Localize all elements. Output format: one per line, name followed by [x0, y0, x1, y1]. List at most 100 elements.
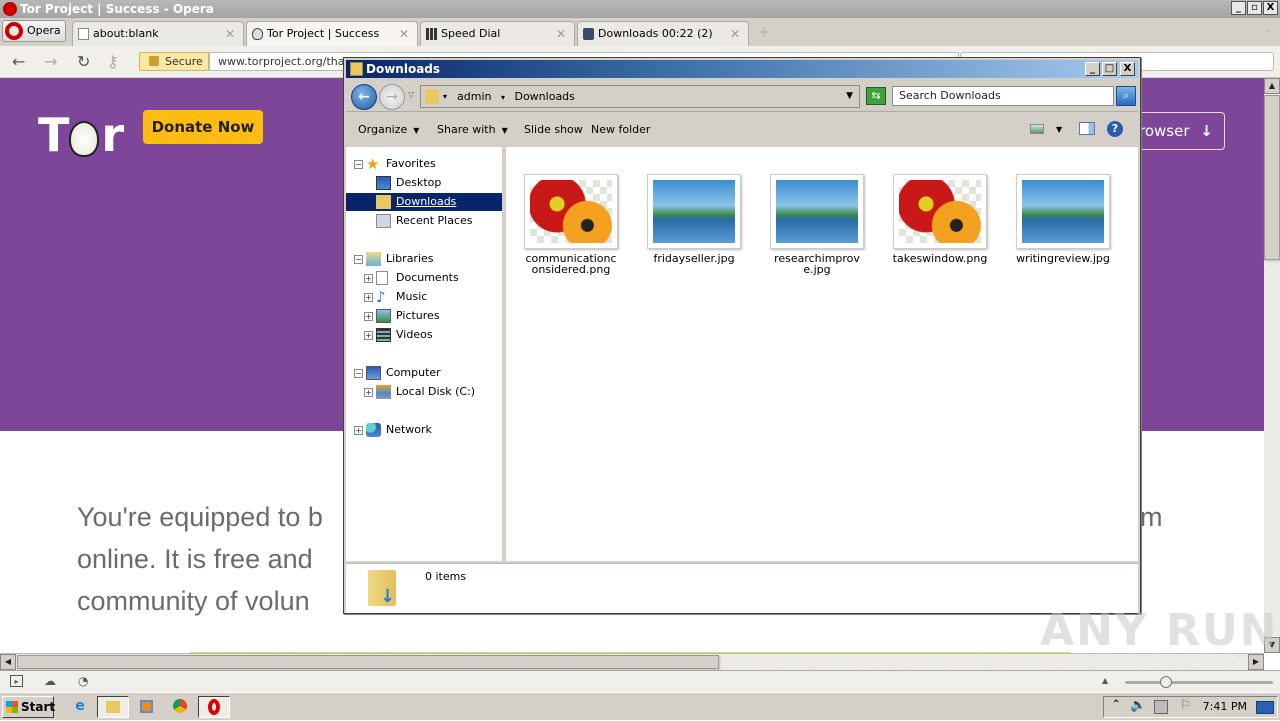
chrome-icon[interactable]	[164, 696, 196, 718]
start-button[interactable]: Start	[2, 696, 55, 718]
tab-tor-project[interactable]: Tor Project | Success ✕	[246, 21, 418, 46]
nav-libraries[interactable]: − Libraries	[346, 250, 502, 268]
search-icon[interactable]: ⌕	[1116, 86, 1136, 106]
expand-icon[interactable]: +	[354, 426, 363, 435]
expand-icon[interactable]: +	[364, 331, 373, 340]
back-icon[interactable]: ←	[12, 52, 25, 71]
zoom-slider[interactable]	[1125, 676, 1273, 688]
nav-favorites[interactable]: − ★ Favorites	[346, 155, 502, 173]
reload-icon[interactable]: ↻	[77, 52, 90, 71]
expand-icon[interactable]: +	[364, 388, 373, 397]
tab-menu-chevron-icon[interactable]: ⌄	[1264, 24, 1272, 35]
organize-button[interactable]: Organize ▼	[358, 123, 419, 138]
expand-icon[interactable]: +	[364, 312, 373, 321]
new-tab-button[interactable]: +	[757, 22, 770, 41]
nav-downloads[interactable]: Downloads	[346, 193, 502, 211]
preview-pane-icon[interactable]	[1079, 122, 1095, 135]
file-item[interactable]: fridayseller.jpg	[644, 174, 744, 264]
minimize-button[interactable]: _	[1085, 62, 1100, 76]
file-item[interactable]: writingreview.jpg	[1013, 174, 1113, 264]
breadcrumb-item-admin[interactable]: admin	[457, 90, 491, 103]
scroll-up-icon[interactable]: ▲	[1264, 78, 1280, 94]
collapse-icon[interactable]: −	[354, 369, 363, 378]
breadcrumb-chevron-icon[interactable]: ▾	[501, 93, 505, 102]
nav-recent-places[interactable]: Recent Places	[346, 212, 502, 230]
forward-icon[interactable]: →	[44, 52, 57, 71]
windows-explorer-icon[interactable]	[97, 696, 129, 718]
security-badge[interactable]: Secure	[139, 52, 209, 71]
nav-videos[interactable]: + Videos	[346, 326, 502, 344]
file-item[interactable]: communicationconsidered.png	[521, 174, 621, 275]
expand-icon[interactable]: +	[364, 293, 373, 302]
anyrun-watermark: ANY RUN	[1040, 605, 1279, 656]
vertical-scrollbar[interactable]: ▲ ▼	[1264, 78, 1280, 653]
collapse-icon[interactable]: −	[354, 255, 363, 264]
expand-icon[interactable]: +	[364, 274, 373, 283]
file-item[interactable]: takeswindow.png	[890, 174, 990, 264]
scroll-thumb[interactable]	[1264, 95, 1280, 260]
tab-about-blank[interactable]: about:blank ✕	[72, 21, 244, 46]
zoom-slider-knob[interactable]	[1160, 676, 1172, 688]
scroll-thumb[interactable]	[17, 655, 719, 669]
media-player-icon[interactable]	[130, 696, 162, 718]
address-history-chevron-icon[interactable]: ▼	[846, 86, 853, 107]
show-desktop-icon[interactable]	[1256, 701, 1274, 714]
tor-logo[interactable]: Tr	[38, 108, 124, 162]
clock[interactable]: 7:41 PM	[1203, 697, 1247, 717]
panel-toggle-icon[interactable]: ▸	[10, 675, 23, 687]
nav-local-disk[interactable]: + Local Disk (C:)	[346, 383, 502, 401]
breadcrumb[interactable]: ▾ admin ▾ Downloads ▼	[420, 85, 860, 108]
forward-button[interactable]: →	[379, 84, 405, 110]
file-name: communicationconsidered.png	[525, 252, 617, 276]
scroll-left-icon[interactable]: ◀	[0, 654, 16, 670]
donate-button[interactable]: Donate Now	[143, 110, 263, 144]
close-tab-icon[interactable]: ✕	[225, 22, 235, 46]
show-hidden-icons-icon[interactable]: ⌃	[1112, 699, 1120, 710]
maximize-button[interactable]: □	[1102, 62, 1117, 76]
arrow-down-icon: ↓	[380, 586, 396, 607]
recent-pages-chevron-icon[interactable]: ▽	[408, 90, 414, 99]
internet-explorer-icon[interactable]: e	[64, 696, 96, 718]
network-warning-icon[interactable]	[1154, 700, 1168, 714]
close-tab-icon[interactable]: ✕	[730, 22, 740, 46]
action-center-flag-icon[interactable]: ⚐	[1180, 698, 1192, 713]
collapse-icon[interactable]: −	[354, 160, 363, 169]
opera-taskbar-icon[interactable]	[198, 696, 230, 718]
change-view-icon[interactable]	[1030, 124, 1044, 134]
close-button[interactable]: X	[1120, 62, 1135, 76]
back-button[interactable]: ←	[351, 84, 377, 110]
close-tab-icon[interactable]: ✕	[556, 22, 566, 46]
close-tab-icon[interactable]: ✕	[399, 22, 409, 46]
opera-menu-button[interactable]: Opera	[2, 20, 66, 42]
speedometer-icon[interactable]: ◔	[78, 675, 91, 687]
navigation-pane: − ★ Favorites Desktop Downloads Recent P…	[346, 147, 504, 561]
view-options-chevron-icon[interactable]: ▼	[1056, 123, 1062, 137]
nav-label: Libraries	[386, 252, 434, 265]
restore-button[interactable]: ▫	[1247, 1, 1262, 15]
nav-pictures[interactable]: + Pictures	[346, 307, 502, 325]
share-with-button[interactable]: Share with ▼	[437, 123, 508, 138]
refresh-button[interactable]: ⇆	[866, 87, 886, 105]
nav-network[interactable]: + Network	[346, 421, 502, 439]
nav-music[interactable]: + ♪ Music	[346, 288, 502, 306]
zoom-menu-icon[interactable]: ▲	[1102, 675, 1115, 687]
tab-downloads[interactable]: Downloads 00:22 (2) ✕	[577, 21, 749, 46]
new-folder-button[interactable]: New folder	[591, 123, 650, 137]
explorer-title-bar[interactable]: Downloads _ □ X	[346, 60, 1138, 78]
help-icon[interactable]: ?	[1107, 121, 1123, 137]
key-icon[interactable]: ⚷	[107, 52, 119, 71]
volume-icon[interactable]: 🔈	[1130, 698, 1146, 713]
search-downloads-input[interactable]: Search Downloads	[892, 86, 1114, 106]
nav-desktop[interactable]: Desktop	[346, 174, 502, 192]
tab-speed-dial[interactable]: Speed Dial ✕	[420, 21, 575, 46]
scroll-right-icon[interactable]: ▶	[1248, 654, 1264, 670]
slide-show-button[interactable]: Slide show	[524, 123, 583, 137]
nav-computer[interactable]: − Computer	[346, 364, 502, 382]
cloud-icon[interactable]: ☁	[44, 675, 57, 687]
minimize-button[interactable]: _	[1231, 1, 1246, 15]
file-item[interactable]: researchimprove.jpg	[767, 174, 867, 275]
breadcrumb-chevron-icon[interactable]: ▾	[443, 86, 447, 107]
breadcrumb-item-downloads[interactable]: Downloads	[514, 90, 574, 103]
nav-documents[interactable]: + Documents	[346, 269, 502, 287]
close-button[interactable]: X	[1263, 1, 1278, 15]
